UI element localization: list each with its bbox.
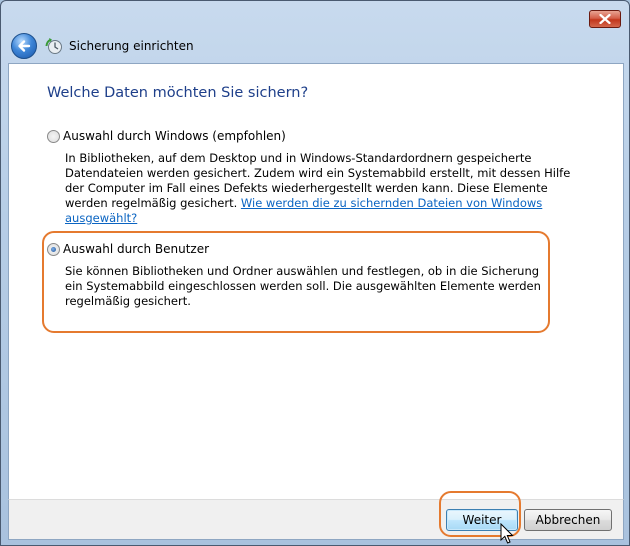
window-title: Sicherung einrichten: [69, 39, 194, 53]
option-user[interactable]: Auswahl durch Benutzer: [47, 242, 209, 256]
radio-user[interactable]: [47, 242, 60, 256]
radio-windows[interactable]: [47, 129, 60, 143]
back-button[interactable]: [11, 33, 37, 59]
title-bar: Sicherung einrichten: [1, 31, 629, 63]
content-panel: Welche Daten möchten Sie sichern? Auswah…: [8, 63, 624, 499]
page-heading: Welche Daten möchten Sie sichern?: [47, 85, 309, 101]
mouse-pointer-icon: [500, 523, 514, 544]
close-button[interactable]: [589, 10, 621, 28]
option-windows-description: In Bibliotheken, auf dem Desktop und in …: [65, 151, 585, 226]
backup-icon: [45, 38, 62, 54]
button-bar: Weiter Abbrechen: [8, 491, 624, 540]
option-windows[interactable]: Auswahl durch Windows (empfohlen): [47, 129, 286, 143]
cancel-button[interactable]: Abbrechen: [524, 509, 612, 531]
dialog-window: Sicherung einrichten Welche Daten möchte…: [0, 0, 630, 546]
option-user-label: Auswahl durch Benutzer: [63, 242, 210, 256]
close-icon: [599, 14, 611, 24]
option-windows-label: Auswahl durch Windows (empfohlen): [63, 129, 286, 143]
option-user-description: Sie können Bibliotheken und Ordner auswä…: [65, 264, 541, 308]
back-arrow-icon: [18, 40, 31, 52]
